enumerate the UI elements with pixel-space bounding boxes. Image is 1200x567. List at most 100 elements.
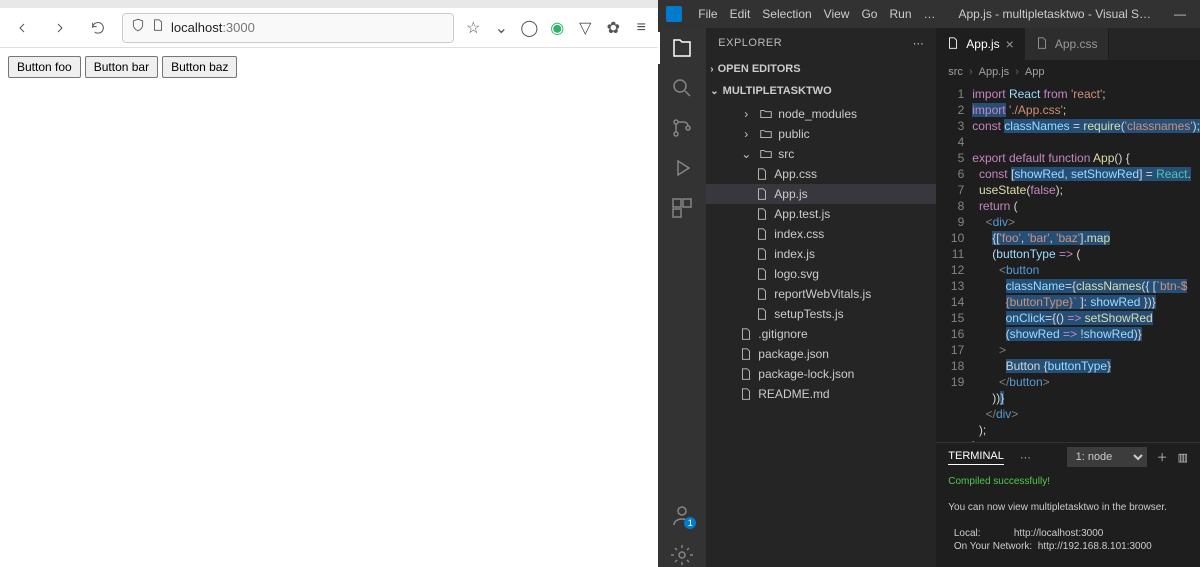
- chevron-down-icon: ⌄: [710, 86, 718, 97]
- chevron-icon: ⌄: [738, 146, 754, 162]
- chevron-right-icon: ›: [969, 66, 973, 78]
- url-bar[interactable]: localhost:3000: [122, 13, 454, 43]
- app-button-2[interactable]: Button baz: [162, 56, 237, 78]
- breadcrumb-item[interactable]: App.js: [979, 66, 1010, 78]
- browser-viewport: Button fooButton barButton baz: [0, 48, 658, 567]
- menu-icon[interactable]: ≡: [632, 19, 650, 37]
- menu-bar: FileEditSelectionViewGoRun…: [692, 3, 941, 25]
- folder-icon: [758, 106, 774, 122]
- terminal-select[interactable]: 1: node: [1067, 447, 1147, 467]
- terminal-line: [948, 514, 1188, 527]
- tree-item-package-json[interactable]: package.json: [706, 344, 936, 364]
- tree-item-App-test-js[interactable]: App.test.js: [706, 204, 936, 224]
- tree-item-label: App.css: [774, 167, 817, 181]
- tree-item-label: .gitignore: [758, 327, 807, 341]
- extensions-icon[interactable]: [670, 196, 694, 220]
- app-button-0[interactable]: Button foo: [8, 56, 81, 78]
- file-icon: [738, 346, 754, 362]
- tree-item-label: App.test.js: [774, 207, 830, 221]
- search-icon[interactable]: [670, 76, 694, 100]
- chevron-icon: ›: [738, 126, 754, 142]
- new-terminal-icon[interactable]: ＋: [1157, 449, 1168, 465]
- forward-button[interactable]: [46, 14, 74, 42]
- debug-icon[interactable]: [670, 156, 694, 180]
- tree-item-index-css[interactable]: index.css: [706, 224, 936, 244]
- tree-item-package-lock-json[interactable]: package-lock.json: [706, 364, 936, 384]
- code-content[interactable]: import React from 'react';import './App.…: [972, 84, 1200, 442]
- menu-selection[interactable]: Selection: [756, 3, 817, 25]
- pocket-icon[interactable]: ⌄: [492, 19, 510, 37]
- tree-item-src[interactable]: ⌄src: [706, 144, 936, 164]
- tree-item-reportWebVitals-js[interactable]: reportWebVitals.js: [706, 284, 936, 304]
- tree-item-label: package-lock.json: [758, 367, 854, 381]
- tree-item-label: setupTests.js: [774, 307, 843, 321]
- menu-file[interactable]: File: [692, 3, 723, 25]
- file-icon: [738, 326, 754, 342]
- toolbar-icons: ☆ ⌄ ◯ ◉ ▽ ✿ ≡: [464, 19, 650, 37]
- menu-edit[interactable]: Edit: [724, 3, 757, 25]
- menu-go[interactable]: Go: [855, 3, 883, 25]
- panel-more-icon[interactable]: ⋯: [1020, 451, 1031, 464]
- file-icon: [754, 206, 770, 222]
- tree-item-index-js[interactable]: index.js: [706, 244, 936, 264]
- star-icon[interactable]: ☆: [464, 19, 482, 37]
- breadcrumb-item[interactable]: App: [1025, 66, 1045, 78]
- code-editor[interactable]: 12345678910111213141516171819 import Rea…: [936, 84, 1200, 442]
- tree-item-setupTests-js[interactable]: setupTests.js: [706, 304, 936, 324]
- browser-toolbar: localhost:3000 ☆ ⌄ ◯ ◉ ▽ ✿ ≡: [0, 8, 658, 48]
- titlebar: FileEditSelectionViewGoRun… App.js - mul…: [658, 0, 1200, 28]
- ext-icon-1[interactable]: ◯: [520, 19, 538, 37]
- app-button-1[interactable]: Button bar: [85, 56, 158, 78]
- tree-item-logo-svg[interactable]: logo.svg: [706, 264, 936, 284]
- menu-run[interactable]: Run: [883, 3, 917, 25]
- ext-icon-2[interactable]: ◉: [548, 19, 566, 37]
- terminal-line: [948, 488, 1188, 501]
- file-icon: [754, 266, 770, 282]
- tree-item-label: index.js: [774, 247, 815, 261]
- open-editors-section[interactable]: › OPEN EDITORS: [706, 58, 936, 80]
- line-gutter: 12345678910111213141516171819: [936, 84, 972, 442]
- file-icon: [946, 36, 960, 53]
- tree-item-App-js[interactable]: App.js: [706, 184, 936, 204]
- breadcrumb-item[interactable]: src: [948, 66, 963, 78]
- tree-item-node_modules[interactable]: ›node_modules: [706, 104, 936, 124]
- settings-gear-icon[interactable]: [670, 543, 694, 567]
- shield-icon: [131, 18, 145, 37]
- tree-item-public[interactable]: ›public: [706, 124, 936, 144]
- editor-tabs: App.js×App.css: [936, 28, 1200, 60]
- terminal-line: Compiled successfully!: [948, 475, 1188, 488]
- explorer-icon[interactable]: [670, 36, 694, 60]
- menu-…[interactable]: …: [918, 3, 942, 25]
- back-button[interactable]: [8, 14, 36, 42]
- tree-item-label: logo.svg: [774, 267, 819, 281]
- accounts-icon[interactable]: 1: [670, 503, 694, 527]
- editor-tab-App-css[interactable]: App.css: [1025, 28, 1109, 60]
- button-row: Button fooButton barButton baz: [8, 56, 650, 78]
- tree-item--gitignore[interactable]: .gitignore: [706, 324, 936, 344]
- tree-item-README-md[interactable]: README.md: [706, 384, 936, 404]
- terminal-line: On Your Network: http://192.168.8.101:30…: [948, 540, 1188, 553]
- vscode-logo-icon: [666, 6, 682, 22]
- breadcrumb[interactable]: src›App.js›App: [936, 60, 1200, 84]
- terminal-output[interactable]: Compiled successfully! You can now view …: [936, 471, 1200, 567]
- project-section[interactable]: ⌄ MULTIPLETASKTWO: [706, 80, 936, 102]
- reload-button[interactable]: [84, 14, 112, 42]
- close-icon[interactable]: ×: [1006, 36, 1014, 52]
- file-icon: [754, 226, 770, 242]
- menu-view[interactable]: View: [818, 3, 856, 25]
- source-control-icon[interactable]: [670, 116, 694, 140]
- window-minimize-icon[interactable]: ―: [1168, 7, 1192, 21]
- tree-item-label: package.json: [758, 347, 829, 361]
- more-icon[interactable]: ⋯: [913, 37, 925, 50]
- terminal-tab[interactable]: TERMINAL: [948, 450, 1004, 465]
- ext-icon-3[interactable]: ▽: [576, 19, 594, 37]
- chevron-right-icon: ›: [710, 64, 713, 75]
- editor-tab-App-js[interactable]: App.js×: [936, 28, 1025, 60]
- editor-area: App.js×App.css src›App.js›App 1234567891…: [936, 28, 1200, 567]
- split-terminal-icon[interactable]: ▥: [1178, 451, 1188, 464]
- ext-icon-4[interactable]: ✿: [604, 19, 622, 37]
- file-icon: [754, 246, 770, 262]
- vscode-window: FileEditSelectionViewGoRun… App.js - mul…: [658, 0, 1200, 567]
- panel-tabs: TERMINAL ⋯ 1: node ＋ ▥: [936, 443, 1200, 471]
- tree-item-App-css[interactable]: App.css: [706, 164, 936, 184]
